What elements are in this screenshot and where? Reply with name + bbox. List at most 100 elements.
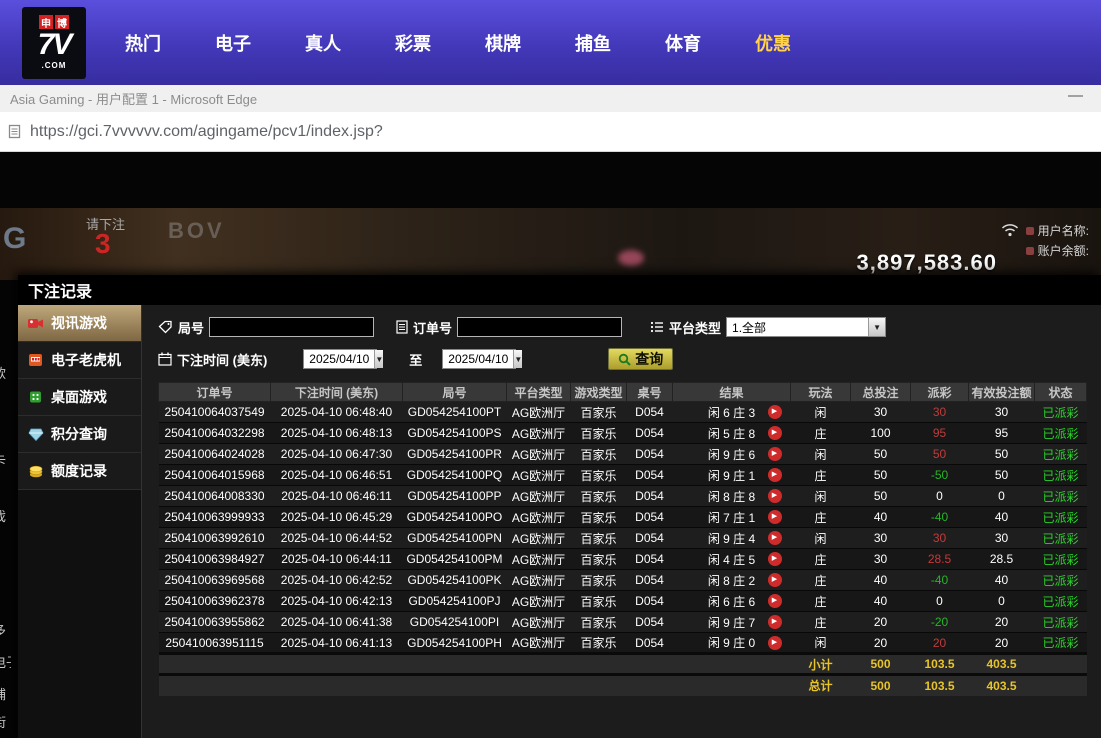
cell-valid-bet: 50 — [969, 465, 1035, 486]
cell-table-no: D054 — [627, 465, 673, 486]
date-from-select[interactable]: 2025/04/10 ▼ — [303, 349, 377, 369]
result-text: 闲 6 庄 3 — [708, 406, 755, 420]
minimize-button[interactable]: — — [1068, 87, 1083, 104]
chevron-down-icon: ▼ — [374, 350, 383, 368]
cell-total-bet: 20 — [851, 612, 911, 633]
table-watermark: BOV — [168, 218, 225, 244]
order-number-input[interactable] — [457, 317, 622, 337]
nav-item-热门[interactable]: 热门 — [98, 30, 188, 56]
url-text[interactable]: https://gci.7vvvvvv.com/agingame/pcv1/in… — [30, 123, 383, 141]
play-button[interactable]: ▶ — [768, 426, 782, 440]
cell-order-id: 250410063969568 — [159, 570, 271, 591]
cell-payout: -40 — [911, 507, 969, 528]
platform-type-value: 1.全部 — [727, 319, 868, 336]
sidebar-item-桌面游戏[interactable]: 桌面游戏 — [18, 379, 141, 416]
sidebar-item-电子老虎机[interactable]: 电子老虎机 — [18, 342, 141, 379]
cell-round-id: GD054254100PN — [403, 528, 507, 549]
play-button[interactable]: ▶ — [768, 447, 782, 461]
play-button[interactable]: ▶ — [768, 468, 782, 482]
record-row: 2504100640159682025-04-10 06:46:51GD0542… — [159, 465, 1087, 486]
cell-order-id: 250410064024028 — [159, 444, 271, 465]
cell-result: 闲 8 庄 8▶ — [673, 486, 791, 507]
nav-item-体育[interactable]: 体育 — [638, 30, 728, 56]
game-background: G 请下注 3 BOV 用户名称: 账户余额: 3,897,583.60 — [0, 152, 1101, 738]
cell-round-id: GD054254100PR — [403, 444, 507, 465]
cell-round-id: GD054254100PI — [403, 612, 507, 633]
cell-round-id: GD054254100PT — [403, 402, 507, 423]
cell-platform: AG欧洲厅 — [507, 633, 571, 654]
cell-payout: 0 — [911, 486, 969, 507]
brand-logo[interactable]: 申 博 7V .COM — [22, 7, 86, 79]
column-header: 局号 — [403, 383, 507, 402]
cell-order-id: 250410064015968 — [159, 465, 271, 486]
column-header: 状态 — [1035, 383, 1087, 402]
cell-round-id: GD054254100PO — [403, 507, 507, 528]
platform-type-select[interactable]: 1.全部 ▼ — [726, 317, 886, 337]
logo-tld-text: .COM — [42, 61, 67, 70]
nav-item-棋牌[interactable]: 棋牌 — [458, 30, 548, 56]
date-to-select[interactable]: 2025/04/10 ▼ — [442, 349, 516, 369]
nav-item-优惠[interactable]: 优惠 — [728, 30, 818, 56]
cell-order-id: 250410063962378 — [159, 591, 271, 612]
play-button[interactable]: ▶ — [768, 405, 782, 419]
cell-total-bet: 40 — [851, 591, 911, 612]
play-button[interactable]: ▶ — [768, 531, 782, 545]
cell-bet-time: 2025-04-10 06:42:52 — [271, 570, 403, 591]
cell-bet-time: 2025-04-10 06:46:11 — [271, 486, 403, 507]
play-button[interactable]: ▶ — [768, 615, 782, 629]
cell-result: 闲 9 庄 4▶ — [673, 528, 791, 549]
nav-item-彩票[interactable]: 彩票 — [368, 30, 458, 56]
sidebar-item-label: 额度记录 — [51, 461, 107, 481]
total-row-cell — [571, 675, 627, 696]
tag-icon — [158, 320, 173, 334]
nav-item-电子[interactable]: 电子 — [188, 30, 278, 56]
sidebar-item-icon-wrap — [27, 316, 44, 330]
sidebar-item-额度记录[interactable]: 额度记录 — [18, 453, 141, 490]
status-badge: 已派彩 — [1035, 486, 1087, 507]
balance-icon — [1026, 247, 1034, 255]
play-button[interactable]: ▶ — [768, 573, 782, 587]
total-row-cell — [159, 675, 271, 696]
cell-result: 闲 9 庄 1▶ — [673, 465, 791, 486]
cell-platform: AG欧洲厅 — [507, 507, 571, 528]
round-number-group: 局号 — [158, 317, 374, 337]
play-button[interactable]: ▶ — [768, 489, 782, 503]
result-text: 闲 7 庄 1 — [708, 511, 755, 525]
cell-valid-bet: 28.5 — [969, 549, 1035, 570]
cell-valid-bet: 30 — [969, 528, 1035, 549]
cell-bet-time: 2025-04-10 06:41:38 — [271, 612, 403, 633]
record-row: 2504100639849272025-04-10 06:44:11GD0542… — [159, 549, 1087, 570]
play-button[interactable]: ▶ — [768, 594, 782, 608]
subtotal-row-cell — [159, 654, 271, 675]
nav-item-真人[interactable]: 真人 — [278, 30, 368, 56]
sidebar-item-积分查询[interactable]: 积分查询 — [18, 416, 141, 453]
chevron-down-icon: ▼ — [868, 318, 885, 336]
sidebar-item-icon-wrap — [27, 353, 44, 367]
user-name-line: 用户名称: — [1026, 222, 1089, 239]
cell-round-id: GD054254100PK — [403, 570, 507, 591]
cell-play-type: 庄 — [791, 465, 851, 486]
play-button[interactable]: ▶ — [768, 510, 782, 524]
play-button[interactable]: ▶ — [768, 636, 782, 650]
cell-platform: AG欧洲厅 — [507, 486, 571, 507]
cell-bet-time: 2025-04-10 06:48:40 — [271, 402, 403, 423]
nav-item-捕鱼[interactable]: 捕鱼 — [548, 30, 638, 56]
cell-total-bet: 100 — [851, 423, 911, 444]
sidebar-item-视讯游戏[interactable]: 视讯游戏 — [18, 305, 141, 342]
result-text: 闲 4 庄 5 — [708, 553, 755, 567]
play-button[interactable]: ▶ — [768, 552, 782, 566]
cell-result: 闲 6 庄 6▶ — [673, 591, 791, 612]
order-number-label: 订单号 — [413, 318, 452, 337]
round-number-input[interactable] — [209, 317, 374, 337]
calendar-icon — [158, 352, 172, 366]
cell-play-type: 闲 — [791, 402, 851, 423]
status-badge: 已派彩 — [1035, 444, 1087, 465]
cell-payout: 30 — [911, 528, 969, 549]
cell-platform: AG欧洲厅 — [507, 444, 571, 465]
bet-records-modal: 下注记录 视讯游戏电子老虎机桌面游戏积分查询额度记录 局号 — [18, 275, 1101, 738]
page-icon — [8, 124, 21, 139]
search-button[interactable]: 查询 — [608, 348, 673, 370]
bet-time-group: 下注时间 (美东) — [158, 350, 267, 369]
cell-play-type: 庄 — [791, 570, 851, 591]
cell-result: 闲 8 庄 2▶ — [673, 570, 791, 591]
